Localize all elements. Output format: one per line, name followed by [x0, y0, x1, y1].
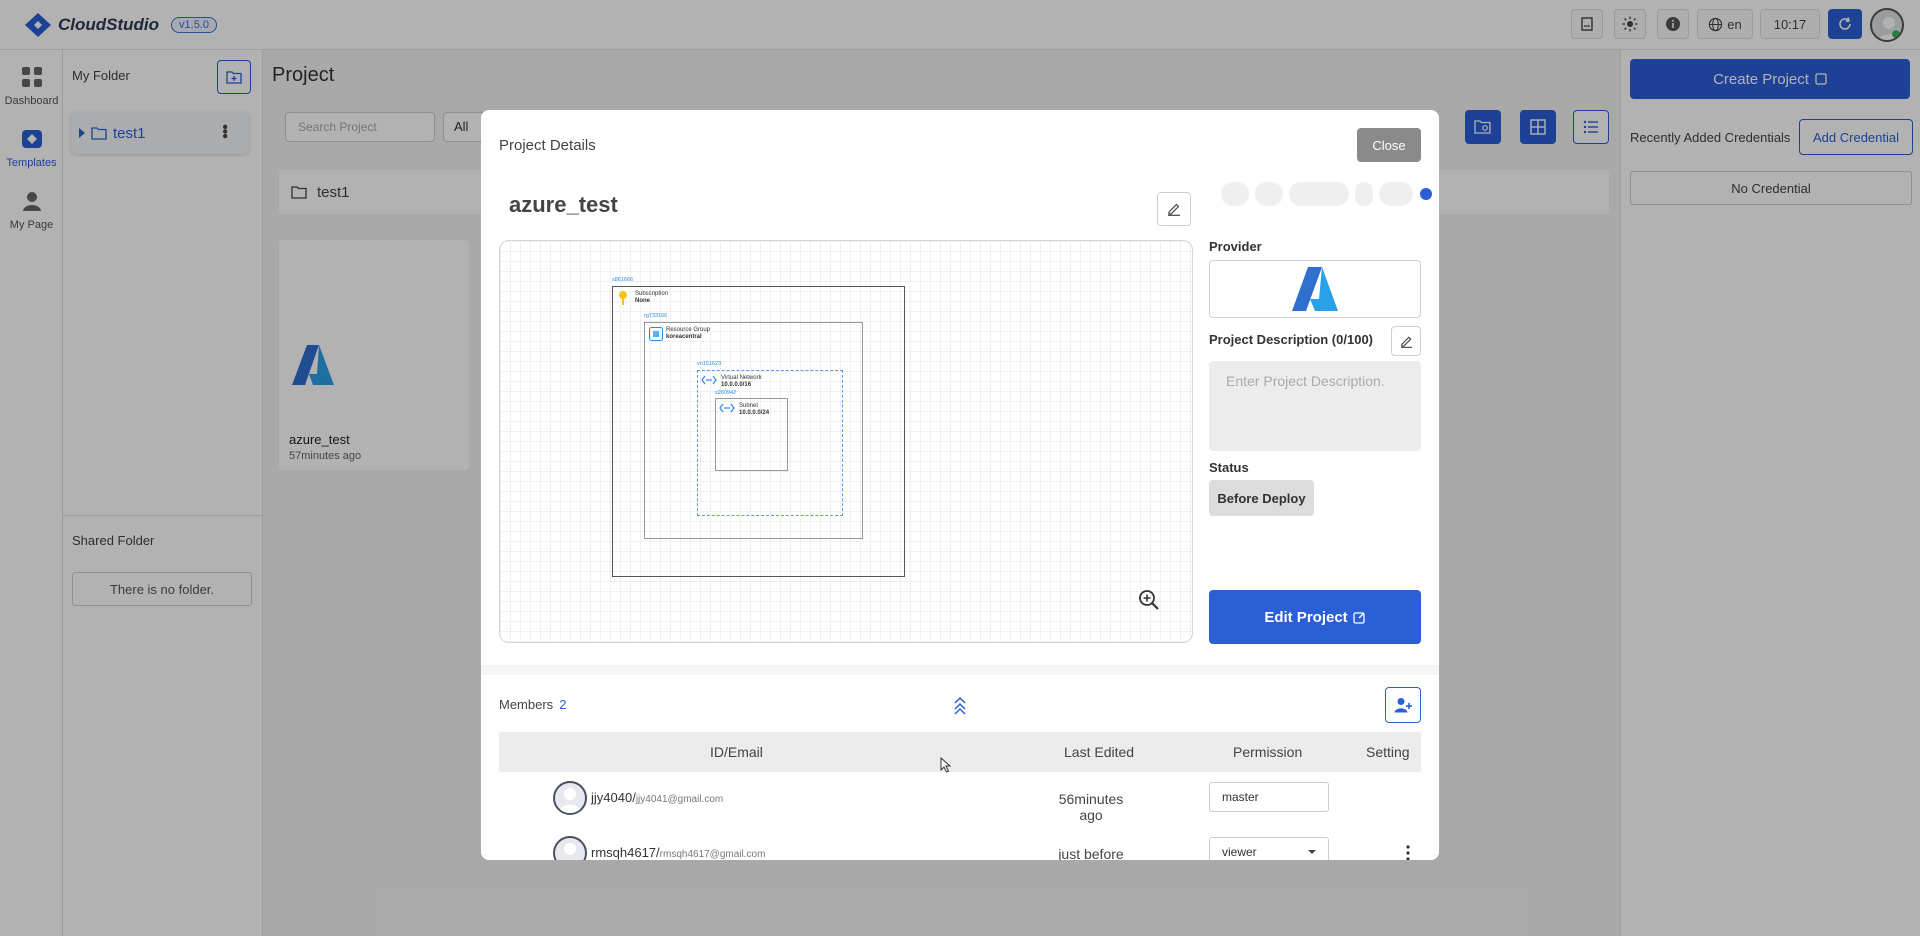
column-last-edited: Last Edited	[1064, 744, 1135, 760]
skeleton-placeholder	[1255, 182, 1283, 206]
members-table-header: ID/Email Last Edited Permission Setting	[499, 732, 1421, 772]
more-vertical-icon[interactable]	[1405, 845, 1411, 860]
user-icon	[558, 788, 582, 813]
resource-group-title: Resource Group	[666, 327, 711, 333]
skeleton-placeholder	[1289, 182, 1349, 206]
subscription-id: s861666	[612, 277, 634, 283]
member-id: jjy4040/jjy4041@gmail.com	[591, 790, 723, 805]
subnet-value: 10.0.0.0/24	[739, 410, 770, 416]
table-row: rmsqh4617/rmsqh4617@gmail.com just befor…	[499, 827, 1421, 860]
member-email: rmsqh4617@gmail.com	[659, 849, 766, 860]
azure-icon	[1292, 267, 1338, 311]
table-row: jjy4040/jjy4041@gmail.com 56minutes ago …	[499, 772, 1421, 824]
permission-field: master	[1209, 782, 1329, 812]
subnet-icon	[719, 403, 735, 413]
subnet-id: s260942	[715, 390, 737, 396]
key-icon	[619, 291, 627, 305]
provider-label: Provider	[1209, 239, 1262, 254]
project-name: azure_test	[509, 192, 618, 217]
member-avatar	[553, 781, 587, 815]
user-plus-icon	[1394, 698, 1412, 713]
skeleton-placeholder	[1221, 182, 1249, 206]
members-label: Members 2	[499, 697, 566, 712]
member-username: rmsqh4617/	[591, 845, 660, 860]
member-last-edited: just before	[1058, 846, 1124, 860]
edit-square-icon	[1353, 611, 1365, 624]
virtual-network-title: Virtual Network	[721, 375, 762, 381]
member-last-edited: 56minutes ago	[1058, 791, 1124, 823]
subnet-title: Subnet	[739, 403, 759, 409]
modal-title: Project Details	[499, 137, 596, 154]
resource-group-id: rg733166	[644, 313, 668, 319]
skeleton-placeholder	[1379, 182, 1413, 206]
member-username: jjy4040/	[591, 790, 636, 805]
member-id: rmsqh4617/rmsqh4617@gmail.com	[591, 845, 765, 860]
description-field[interactable]: Enter Project Description.	[1209, 361, 1421, 451]
virtual-network-value: 10.0.0.0/16	[721, 382, 752, 388]
subscription-title: Subscription	[635, 291, 669, 297]
member-avatar	[553, 836, 587, 860]
edit-project-button[interactable]: Edit Project	[1209, 590, 1421, 644]
virtual-network-id: vn151623	[697, 361, 722, 367]
skeleton-placeholder	[1355, 182, 1373, 206]
pencil-icon	[1168, 203, 1180, 216]
zoom-in-icon[interactable]	[1138, 589, 1160, 611]
edit-name-button[interactable]	[1157, 192, 1191, 226]
section-divider	[481, 665, 1439, 675]
column-id-email: ID/Email	[710, 744, 763, 760]
permission-value: viewer	[1222, 845, 1257, 859]
pencil-icon	[1400, 336, 1412, 348]
status-label: Status	[1209, 460, 1249, 475]
members-count: 2	[559, 697, 567, 712]
column-permission: Permission	[1233, 744, 1303, 760]
resource-group-icon	[649, 327, 663, 341]
provider-box	[1209, 260, 1421, 318]
column-setting: Setting	[1366, 744, 1410, 760]
resource-group-value: koreacentral	[666, 334, 702, 340]
permission-select[interactable]: viewer	[1209, 837, 1329, 860]
edit-description-button[interactable]	[1391, 326, 1421, 356]
status-badge: Before Deploy	[1209, 480, 1314, 516]
description-label: Project Description (0/100)	[1209, 332, 1373, 347]
add-member-button[interactable]	[1385, 687, 1421, 723]
project-details-modal: Project Details Close azure_test 0 0 s86…	[481, 110, 1439, 860]
members-title: Members	[499, 697, 554, 712]
close-button[interactable]: Close	[1357, 128, 1421, 162]
subscription-value: None	[635, 298, 650, 304]
caret-down-icon	[1308, 850, 1316, 854]
edit-project-label: Edit Project	[1264, 608, 1348, 626]
member-email: jjy4041@gmail.com	[635, 794, 724, 805]
status-dot-icon	[1420, 188, 1432, 200]
vnet-icon	[701, 375, 717, 385]
diagram-canvas[interactable]: s861666 Subscription None rg733166 Resou…	[499, 240, 1193, 643]
user-icon	[564, 843, 576, 860]
mouse-cursor-icon	[940, 757, 952, 773]
resource-counts: 0 0	[1221, 182, 1439, 206]
double-chevron-up-icon[interactable]	[953, 695, 967, 715]
